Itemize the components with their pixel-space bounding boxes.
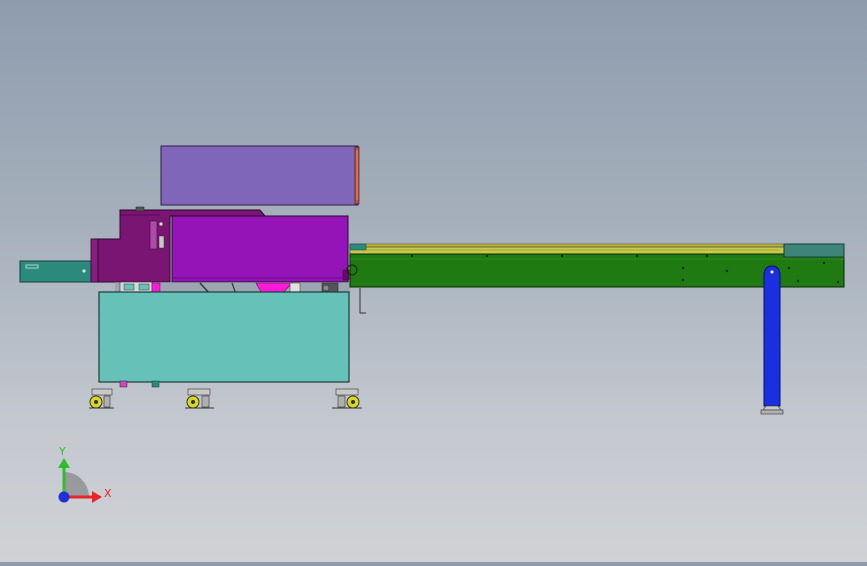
coordinate-triad: Y X	[58, 445, 112, 503]
main-hood[interactable]	[171, 215, 350, 283]
y-axis-label: Y	[58, 445, 66, 458]
caster-wheel-right	[332, 388, 362, 409]
caster-wheel-middle	[185, 388, 214, 409]
support-leg[interactable]	[760, 265, 784, 415]
conveyor-end-cap[interactable]	[783, 243, 845, 258]
cad-viewport[interactable]: Y X	[0, 0, 867, 562]
hood-top-panel[interactable]	[160, 145, 360, 206]
base-cabinet[interactable]	[98, 291, 350, 388]
caster-wheel-left	[89, 388, 114, 409]
machine-drawing: Y X	[19, 145, 845, 503]
infeed-block[interactable]	[19, 260, 94, 283]
x-axis-label: X	[104, 487, 112, 500]
